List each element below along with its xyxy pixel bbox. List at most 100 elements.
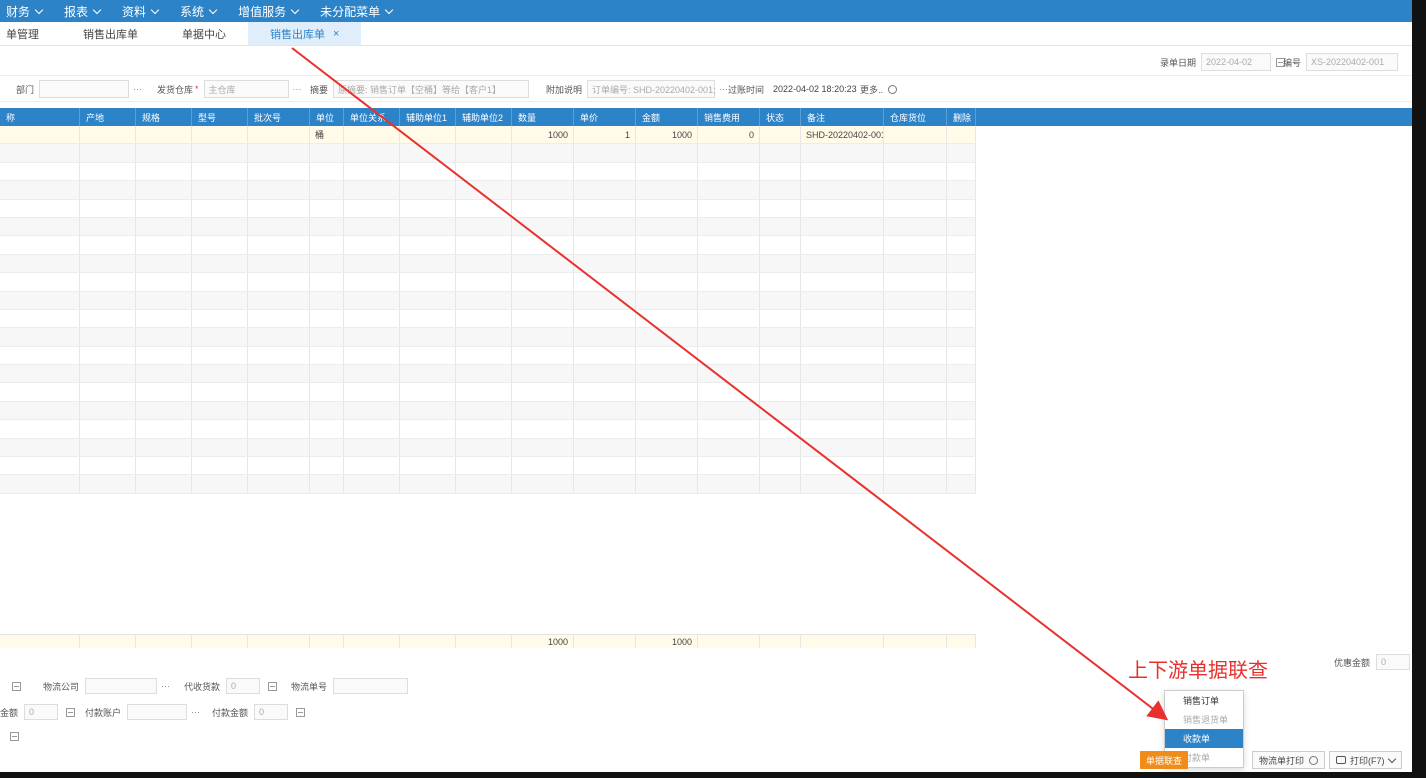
- table-cell[interactable]: [248, 126, 310, 144]
- table-cell[interactable]: [310, 475, 344, 493]
- table-cell[interactable]: [0, 144, 80, 162]
- more-dots-icon[interactable]: ···: [161, 681, 170, 691]
- table-cell[interactable]: [456, 162, 512, 181]
- column-header[interactable]: 型号: [192, 108, 248, 126]
- table-cell[interactable]: [400, 273, 456, 291]
- warehouse-input[interactable]: 主仓库: [203, 80, 289, 98]
- table-cell[interactable]: [80, 346, 136, 365]
- table-cell[interactable]: [80, 144, 136, 162]
- more-dots-icon[interactable]: ···: [191, 707, 200, 717]
- table-cell[interactable]: [636, 181, 698, 199]
- table-cell[interactable]: [0, 475, 80, 493]
- table-row[interactable]: [0, 365, 976, 384]
- table-cell[interactable]: [947, 457, 976, 475]
- table-row[interactable]: [0, 144, 976, 163]
- table-cell[interactable]: [574, 291, 636, 309]
- table-cell[interactable]: [248, 309, 310, 328]
- table-cell[interactable]: [884, 438, 947, 457]
- table-cell[interactable]: [80, 126, 136, 144]
- table-cell[interactable]: [512, 254, 574, 273]
- table-cell[interactable]: [636, 383, 698, 401]
- calculator-icon[interactable]: [296, 707, 306, 717]
- table-cell[interactable]: [248, 383, 310, 401]
- table-cell[interactable]: [248, 328, 310, 346]
- table-cell[interactable]: [0, 162, 80, 181]
- table-cell[interactable]: [636, 365, 698, 383]
- table-cell[interactable]: [947, 475, 976, 493]
- table-cell[interactable]: [574, 365, 636, 383]
- table-row[interactable]: [0, 199, 976, 218]
- table-row[interactable]: [0, 217, 976, 237]
- table-cell[interactable]: [947, 346, 976, 365]
- table-cell[interactable]: [0, 346, 80, 365]
- table-cell[interactable]: [192, 236, 248, 254]
- table-cell[interactable]: [456, 401, 512, 420]
- table-cell[interactable]: [80, 309, 136, 328]
- table-cell[interactable]: [310, 217, 344, 236]
- table-cell[interactable]: [248, 291, 310, 309]
- table-cell[interactable]: [400, 254, 456, 273]
- column-header[interactable]: 销售费用: [698, 108, 760, 126]
- table-cell[interactable]: [947, 199, 976, 217]
- table-cell[interactable]: [947, 401, 976, 420]
- table-cell[interactable]: [136, 365, 192, 383]
- table-cell[interactable]: [574, 273, 636, 291]
- table-cell[interactable]: [760, 309, 801, 328]
- amount-input[interactable]: 0: [24, 704, 59, 720]
- table-row[interactable]: [0, 236, 976, 255]
- table-cell[interactable]: [0, 457, 80, 475]
- table-cell[interactable]: [698, 401, 760, 420]
- table-cell[interactable]: [456, 236, 512, 254]
- table-cell[interactable]: [760, 126, 801, 144]
- table-cell[interactable]: [512, 273, 574, 291]
- table-cell[interactable]: [698, 181, 760, 199]
- table-cell[interactable]: [574, 383, 636, 401]
- table-cell[interactable]: [760, 346, 801, 365]
- table-cell[interactable]: [192, 126, 248, 144]
- table-cell[interactable]: [80, 457, 136, 475]
- table-cell[interactable]: [574, 420, 636, 438]
- table-cell[interactable]: [344, 309, 400, 328]
- table-cell[interactable]: [801, 346, 884, 365]
- table-cell[interactable]: [760, 217, 801, 236]
- table-cell[interactable]: [636, 438, 698, 457]
- column-header[interactable]: 辅助单位2: [456, 108, 512, 126]
- table-cell[interactable]: [344, 291, 400, 309]
- table-cell[interactable]: [136, 162, 192, 181]
- table-cell[interactable]: [801, 273, 884, 291]
- menu-value-added[interactable]: 增值服务: [238, 3, 300, 20]
- column-header[interactable]: 单位: [310, 108, 344, 126]
- table-cell[interactable]: [344, 236, 400, 254]
- table-cell[interactable]: [192, 273, 248, 291]
- table-cell[interactable]: [0, 236, 80, 254]
- table-cell[interactable]: [636, 309, 698, 328]
- table-cell[interactable]: 1: [574, 126, 636, 144]
- table-cell[interactable]: [884, 383, 947, 401]
- table-cell[interactable]: [310, 328, 344, 346]
- pay-amount-input[interactable]: 0: [254, 704, 289, 720]
- table-cell[interactable]: [80, 236, 136, 254]
- table-cell[interactable]: [636, 217, 698, 236]
- table-cell[interactable]: [801, 217, 884, 236]
- menu-finance[interactable]: 财务: [6, 3, 44, 20]
- table-cell[interactable]: [512, 365, 574, 383]
- table-cell[interactable]: [136, 438, 192, 457]
- table-cell[interactable]: [192, 254, 248, 273]
- extra-input[interactable]: 订单编号: SHD-20220402-001;: [587, 80, 716, 98]
- table-cell[interactable]: [344, 401, 400, 420]
- table-cell[interactable]: [344, 365, 400, 383]
- table-cell[interactable]: [192, 365, 248, 383]
- table-cell[interactable]: [636, 457, 698, 475]
- table-cell[interactable]: [698, 291, 760, 309]
- more-button[interactable]: 更多..: [860, 83, 883, 96]
- table-cell[interactable]: [512, 217, 574, 236]
- table-cell[interactable]: [80, 438, 136, 457]
- table-cell[interactable]: [884, 236, 947, 254]
- table-cell[interactable]: [310, 401, 344, 420]
- linked-docs-button[interactable]: 单据联查: [1140, 751, 1189, 769]
- table-cell[interactable]: [698, 273, 760, 291]
- table-row[interactable]: [0, 328, 976, 347]
- table-cell[interactable]: [192, 420, 248, 438]
- table-cell[interactable]: [801, 144, 884, 162]
- table-row[interactable]: [0, 475, 976, 494]
